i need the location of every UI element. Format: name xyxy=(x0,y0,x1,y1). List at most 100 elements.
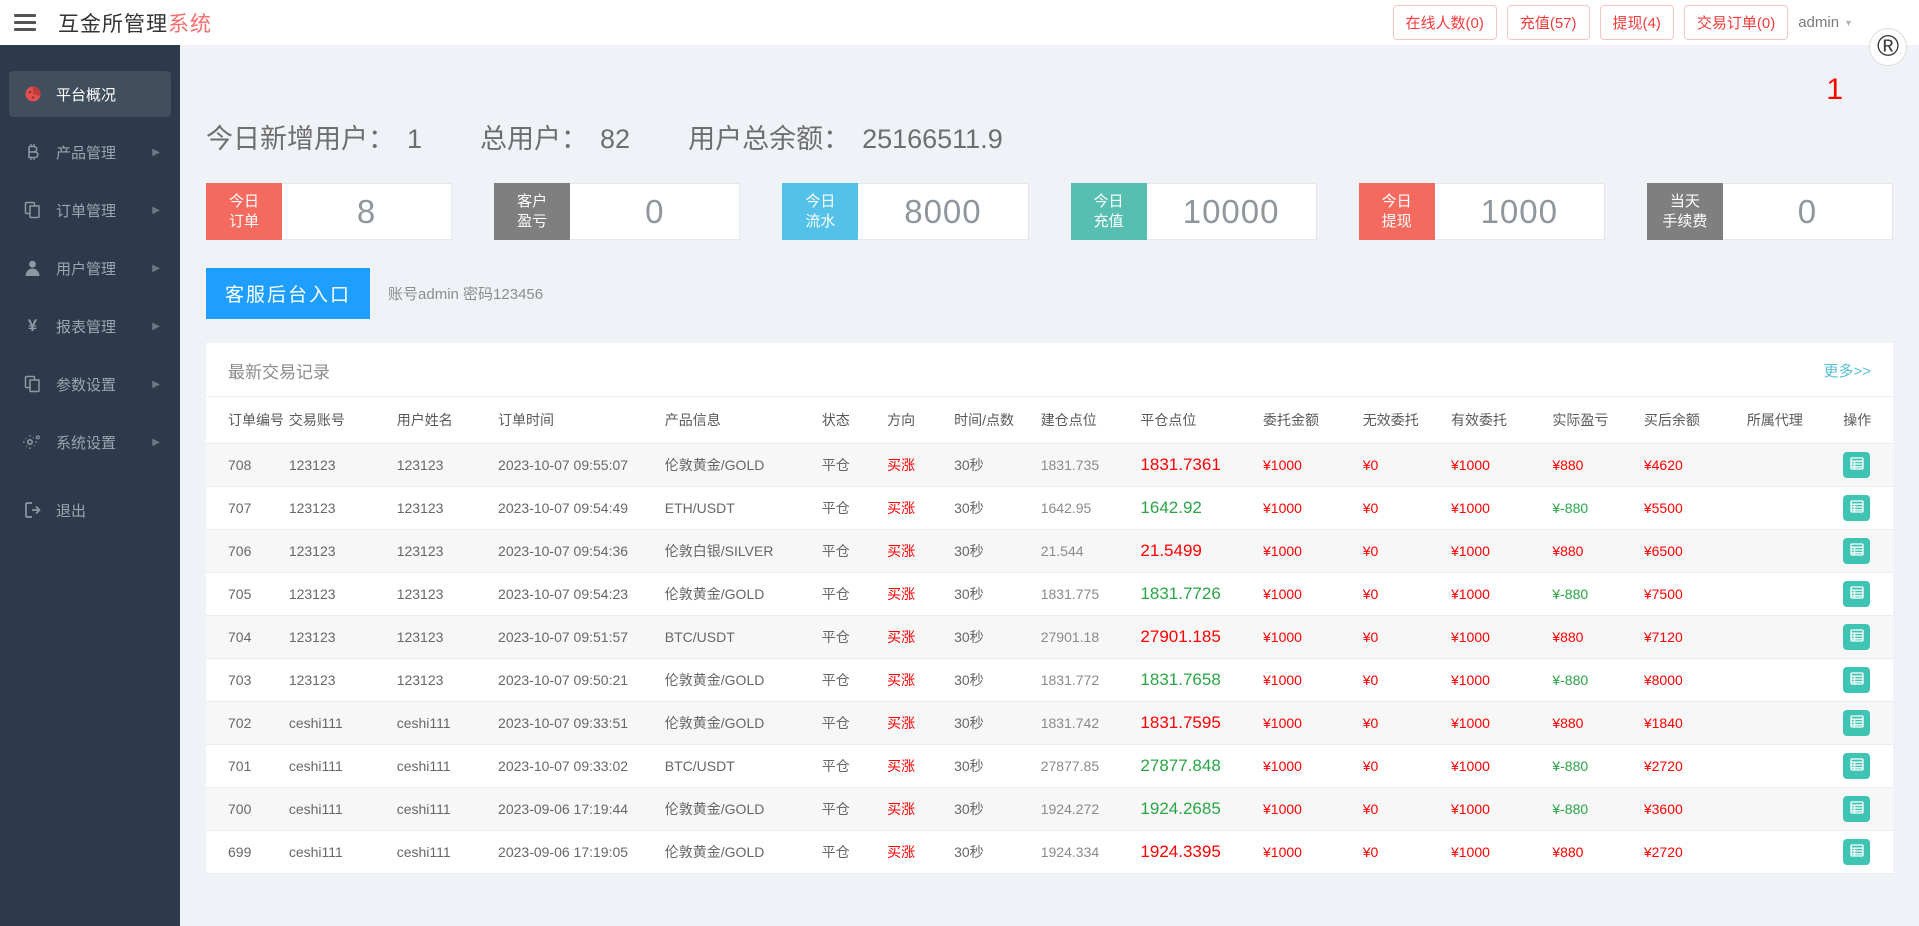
cell-order-time: 2023-10-07 09:54:36 xyxy=(492,530,659,573)
sidebar-item-label: 报表管理 xyxy=(56,316,116,337)
cell-direction: 买涨 xyxy=(881,487,948,530)
row-detail-button[interactable] xyxy=(1843,753,1870,779)
cell-close-price: 1831.7595 xyxy=(1134,702,1257,745)
cell-direction: 买涨 xyxy=(881,573,948,616)
stat-cards: 今日订单 8 客户盈亏 0 今日流水 8000 今日充值 10000 今日提现 … xyxy=(180,183,1919,240)
cell-status: 平仓 xyxy=(816,659,881,702)
sidebar-item-logout[interactable]: 退出 xyxy=(9,487,171,533)
cell-balance: ¥6500 xyxy=(1638,530,1741,573)
sidebar-item-label: 退出 xyxy=(56,500,86,521)
row-detail-button[interactable] xyxy=(1843,796,1870,822)
withdraw-button[interactable]: 提现(4) xyxy=(1600,5,1674,40)
cell-open-price: 27901.18 xyxy=(1035,616,1135,659)
cell-order-time: 2023-10-07 09:54:23 xyxy=(492,573,659,616)
trade-orders-button[interactable]: 交易订单(0) xyxy=(1684,5,1788,40)
table-detail-icon xyxy=(1850,758,1864,774)
admin-username: admin xyxy=(1798,14,1839,31)
cell-action xyxy=(1837,616,1893,659)
row-detail-button[interactable] xyxy=(1843,581,1870,607)
cell-pnl: ¥-880 xyxy=(1546,487,1638,530)
cell-valid-amount: ¥1000 xyxy=(1445,487,1546,530)
table-detail-icon xyxy=(1850,457,1864,473)
cell-action xyxy=(1837,745,1893,788)
card-value: 0 xyxy=(1723,183,1893,240)
cell-amount: ¥1000 xyxy=(1257,831,1357,874)
cell-valid-amount: ¥1000 xyxy=(1445,745,1546,788)
cell-pnl: ¥880 xyxy=(1546,444,1638,487)
cell-valid-amount: ¥1000 xyxy=(1445,702,1546,745)
cell-product: 伦敦黄金/GOLD xyxy=(659,702,816,745)
cell-invalid-amount: ¥0 xyxy=(1357,444,1445,487)
cell-open-price: 27877.85 xyxy=(1035,745,1135,788)
cell-invalid-amount: ¥0 xyxy=(1357,659,1445,702)
chevron-right-icon: ▶ xyxy=(152,379,160,390)
row-detail-button[interactable] xyxy=(1843,710,1870,736)
row-detail-button[interactable] xyxy=(1843,452,1870,478)
cell-product: 伦敦黄金/GOLD xyxy=(659,573,816,616)
menu-toggle-icon[interactable] xyxy=(14,14,36,31)
chevron-down-icon: ▼ xyxy=(1844,18,1853,28)
sidebar-item-order-management[interactable]: 订单管理 ▶ xyxy=(9,187,171,233)
recharge-button[interactable]: 充值(57) xyxy=(1507,5,1590,40)
cell-close-price: 1831.7726 xyxy=(1134,573,1257,616)
avatar[interactable]: ® xyxy=(1869,28,1907,66)
cell-amount: ¥1000 xyxy=(1257,616,1357,659)
card-today-fees: 当天手续费 0 xyxy=(1647,183,1893,240)
cell-pnl: ¥880 xyxy=(1546,616,1638,659)
table-detail-icon xyxy=(1850,844,1864,860)
cell-period: 30秒 xyxy=(948,788,1035,831)
chevron-right-icon: ▶ xyxy=(152,437,160,448)
cell-account: 123123 xyxy=(283,530,391,573)
cell-direction: 买涨 xyxy=(881,444,948,487)
service-backend-button[interactable]: 客服后台入口 xyxy=(206,268,370,319)
row-detail-button[interactable] xyxy=(1843,667,1870,693)
stat-new-users: 今日新增用户： 1 xyxy=(206,117,422,156)
cell-open-price: 1831.775 xyxy=(1035,573,1135,616)
card-value: 8 xyxy=(282,183,452,240)
cell-open-price: 1831.772 xyxy=(1035,659,1135,702)
admin-menu[interactable]: admin ▼ xyxy=(1798,14,1853,31)
row-detail-button[interactable] xyxy=(1843,839,1870,865)
cell-status: 平仓 xyxy=(816,573,881,616)
row-detail-button[interactable] xyxy=(1843,495,1870,521)
table-detail-icon xyxy=(1850,543,1864,559)
cell-open-price: 1642.95 xyxy=(1035,487,1135,530)
trade-table-body: 7081231231231232023-10-07 09:55:07伦敦黄金/G… xyxy=(206,444,1893,874)
cell-agent xyxy=(1741,831,1837,874)
table-detail-icon xyxy=(1850,715,1864,731)
cell-order-time: 2023-10-07 09:50:21 xyxy=(492,659,659,702)
summary-stats: 今日新增用户： 1 总用户： 82 用户总余额： 25166511.9 xyxy=(180,117,1919,156)
cell-balance: ¥1840 xyxy=(1638,702,1741,745)
cell-balance: ¥7500 xyxy=(1638,573,1741,616)
cell-balance: ¥3600 xyxy=(1638,788,1741,831)
more-link[interactable]: 更多>> xyxy=(1823,360,1871,381)
cell-account: ceshi111 xyxy=(283,745,391,788)
cell-user-name: 123123 xyxy=(391,573,492,616)
cell-period: 30秒 xyxy=(948,831,1035,874)
sidebar-item-product-management[interactable]: 产品管理 ▶ xyxy=(9,129,171,175)
sidebar-item-platform-overview[interactable]: 平台概况 xyxy=(9,71,171,117)
cell-period: 30秒 xyxy=(948,487,1035,530)
cell-period: 30秒 xyxy=(948,530,1035,573)
sidebar-item-user-management[interactable]: 用户管理 ▶ xyxy=(9,245,171,291)
cell-balance: ¥5500 xyxy=(1638,487,1741,530)
sidebar-item-parameter-settings[interactable]: 参数设置 ▶ xyxy=(9,361,171,407)
cell-user-name: 123123 xyxy=(391,616,492,659)
cell-account: ceshi111 xyxy=(283,831,391,874)
sidebar-item-system-settings[interactable]: 系统设置 ▶ xyxy=(9,419,171,465)
sidebar-item-label: 产品管理 xyxy=(56,142,116,163)
cell-order-id: 705 xyxy=(206,573,283,616)
cell-pnl: ¥880 xyxy=(1546,702,1638,745)
sidebar-item-report-management[interactable]: ¥ 报表管理 ▶ xyxy=(9,303,171,349)
cell-valid-amount: ¥1000 xyxy=(1445,659,1546,702)
cell-account: 123123 xyxy=(283,573,391,616)
cell-agent xyxy=(1741,659,1837,702)
cell-direction: 买涨 xyxy=(881,788,948,831)
row-detail-button[interactable] xyxy=(1843,538,1870,564)
trades-table: 订单编号 交易账号 用户姓名 订单时间 产品信息 状态 方向 时间/点数 建仓点… xyxy=(206,397,1893,874)
card-value: 10000 xyxy=(1147,183,1317,240)
row-detail-button[interactable] xyxy=(1843,624,1870,650)
service-credentials: 账号admin 密码123456 xyxy=(388,283,543,304)
cell-order-time: 2023-09-06 17:19:44 xyxy=(492,788,659,831)
online-users-button[interactable]: 在线人数(0) xyxy=(1393,5,1497,40)
